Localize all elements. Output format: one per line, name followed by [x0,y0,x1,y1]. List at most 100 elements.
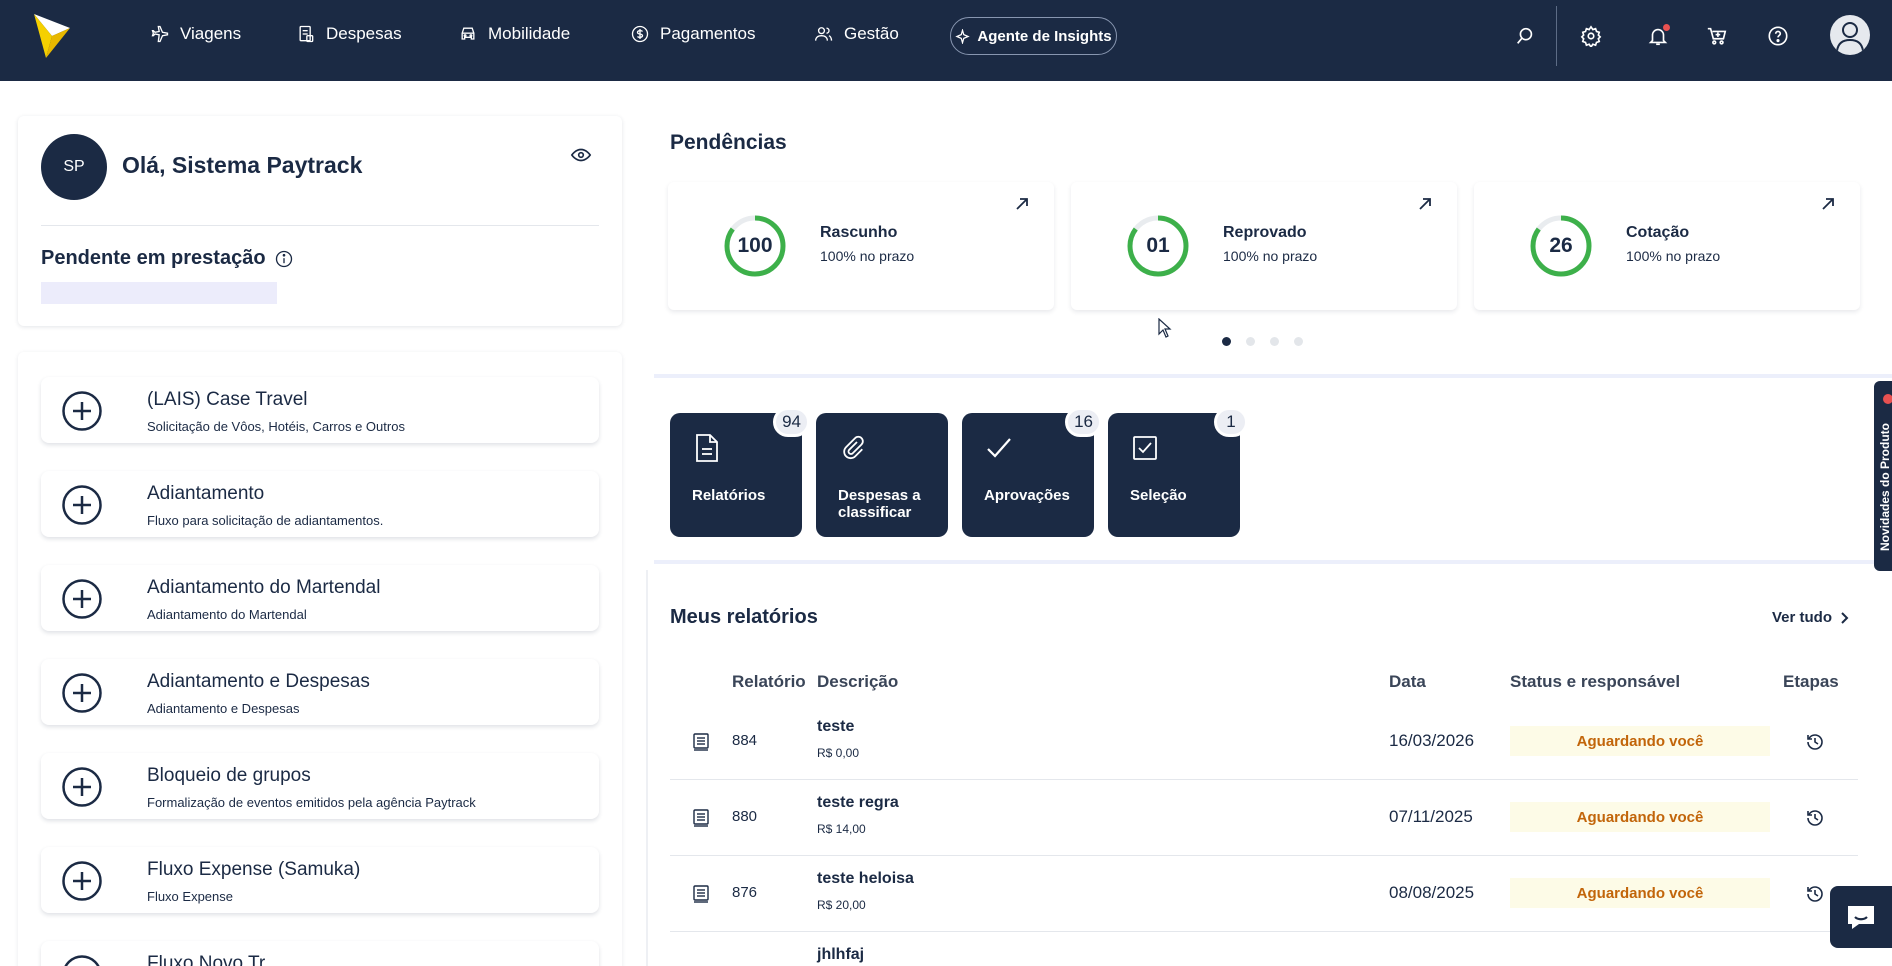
column-header-description[interactable]: Descrição [817,672,898,692]
notifications-button[interactable] [1642,20,1674,52]
column-header-report[interactable]: Relatório [732,672,806,692]
flow-list-panel: (LAIS) Case Travel Solicitação de Vôos, … [18,352,622,966]
flow-subtitle: Formalização de eventos emitidos pela ag… [147,795,476,810]
column-header-status[interactable]: Status e responsável [1510,672,1680,692]
report-amount: R$ 14,00 [817,822,866,836]
see-all-link[interactable]: Ver tudo [1772,609,1850,626]
report-amount: R$ 20,00 [817,898,866,912]
carousel-dot[interactable] [1246,337,1255,346]
shortcut-tile-relatorios[interactable]: Relatórios 94 [670,407,810,537]
count-badge: 1 [1214,407,1248,437]
flow-item[interactable]: (LAIS) Case Travel Solicitação de Vôos, … [41,377,599,443]
arrow-up-right-icon[interactable] [1014,196,1030,212]
add-circle-icon [62,579,102,619]
settings-button[interactable] [1575,20,1607,52]
help-icon [1768,26,1788,46]
flow-item[interactable]: Fluxo Expense (Samuka) Fluxo Expense [41,847,599,913]
history-icon[interactable] [1805,732,1825,752]
insights-agent-label: Agente de Insights [977,27,1112,45]
nav-item-mobilidade[interactable]: Mobilidade [458,22,570,46]
section-divider [654,560,1892,564]
eye-icon[interactable] [570,144,592,166]
paytrack-logo-icon[interactable] [34,14,70,58]
pendencia-card-cotacao[interactable]: 26 Cotação 100% no prazo [1474,182,1860,310]
flow-subtitle: Solicitação de Vôos, Hotéis, Carros e Ou… [147,419,405,434]
add-circle-icon [62,485,102,525]
insights-agent-button[interactable]: Agente de Insights [950,17,1117,55]
chat-button[interactable] [1830,886,1892,948]
greeting-title: Olá, Sistema Paytrack [122,152,363,178]
report-description: teste [817,718,855,735]
arrow-up-right-icon[interactable] [1417,196,1433,212]
pendencia-card-rascunho[interactable]: 100 Rascunho 100% no prazo [668,182,1054,310]
carousel-dot[interactable] [1294,337,1303,346]
search-icon [1517,27,1533,44]
shortcut-tile-selecao[interactable]: Seleção 1 [1108,407,1248,537]
nav-item-label: Despesas [326,24,402,43]
flow-title: Fluxo Novo Tr [147,953,266,966]
pendencia-card-reprovado[interactable]: 01 Reprovado 100% no prazo [1071,182,1457,310]
flow-item[interactable]: Bloqueio de grupos Formalização de event… [41,753,599,819]
pendencia-name: Reprovado [1223,224,1307,241]
nav-item-pagamentos[interactable]: Pagamentos [630,22,755,46]
nav-item-gestao[interactable]: Gestão [814,22,899,46]
report-amount: R$ 0,00 [817,746,860,760]
airplane-icon [151,25,169,43]
nav-item-label: Mobilidade [488,24,571,43]
column-header-date[interactable]: Data [1389,672,1426,692]
report-date: 08/08/2025 [1389,883,1475,902]
top-navigation-bar: Viagens Despesas Mobilidade Pagamentos G… [0,0,1892,81]
chat-icon [1848,906,1874,929]
cart-button[interactable] [1701,20,1733,52]
pendencia-count: 100 [737,234,773,257]
sparkle-icon [955,28,971,44]
status-badge: Aguardando você [1510,802,1770,832]
status-badge: Aguardando você [1510,726,1770,756]
notification-dot [1663,24,1670,31]
arrow-up-right-icon[interactable] [1820,196,1836,212]
report-number: 884 [732,732,758,749]
help-button[interactable] [1762,20,1794,52]
users-icon [815,27,833,41]
table-row[interactable]: jhlhfaj [670,932,1858,966]
shortcut-label: Seleção [1130,487,1187,504]
pendencia-subtitle: 100% no prazo [1626,248,1721,264]
table-row[interactable]: 880 teste regra R$ 14,00 07/11/2025 Agua… [670,780,1858,856]
info-icon[interactable] [274,249,294,269]
reports-title: Meus relatórios [670,606,818,628]
report-number: 876 [732,884,758,901]
pendencia-subtitle: 100% no prazo [1223,248,1318,264]
nav-item-label: Gestão [844,24,899,43]
carousel-dot[interactable] [1270,337,1279,346]
flow-item[interactable]: Adiantamento e Despesas Adiantamento e D… [41,659,599,725]
flow-title: Adiantamento [147,483,265,504]
report-description: jhlhfaj [817,946,865,963]
add-circle-icon [62,767,102,807]
report-date: 16/03/2026 [1389,731,1475,750]
user-avatar[interactable] [1830,15,1870,55]
dollar-coin-icon [631,25,649,43]
checkmark-icon [987,438,1011,458]
flow-item[interactable]: Fluxo Novo Tr [41,941,599,966]
car-icon [461,27,475,40]
report-description: teste regra [817,794,899,811]
nav-item-despesas[interactable]: Despesas [296,22,402,46]
product-news-tab[interactable]: Novidades do Produto [1874,381,1892,571]
nav-item-viagens[interactable]: Viagens [150,22,241,46]
carousel-dot[interactable] [1222,337,1231,346]
column-header-steps[interactable]: Etapas [1783,672,1839,692]
history-icon[interactable] [1805,884,1825,904]
shortcut-label: Relatórios [692,487,766,504]
column-divider [646,570,648,966]
flow-item[interactable]: Adiantamento Fluxo para solicitação de a… [41,471,599,537]
pending-accounting-label: Pendente em prestação [41,247,294,270]
greeting-card: SP Olá, Sistema Paytrack Pendente em pre… [18,116,622,326]
user-icon [1836,22,1864,52]
history-icon[interactable] [1805,808,1825,828]
table-row[interactable]: 884 teste R$ 0,00 16/03/2026 Aguardando … [670,704,1858,780]
table-row[interactable]: 876 teste heloisa R$ 20,00 08/08/2025 Ag… [670,856,1858,932]
search-button[interactable] [1509,20,1541,52]
shortcut-tile-despesas-classificar[interactable]: Despesas a classificar [816,413,948,537]
flow-item[interactable]: Adiantamento do Martendal Adiantamento d… [41,565,599,631]
shortcut-tile-aprovacoes[interactable]: Aprovações 16 [962,407,1102,537]
